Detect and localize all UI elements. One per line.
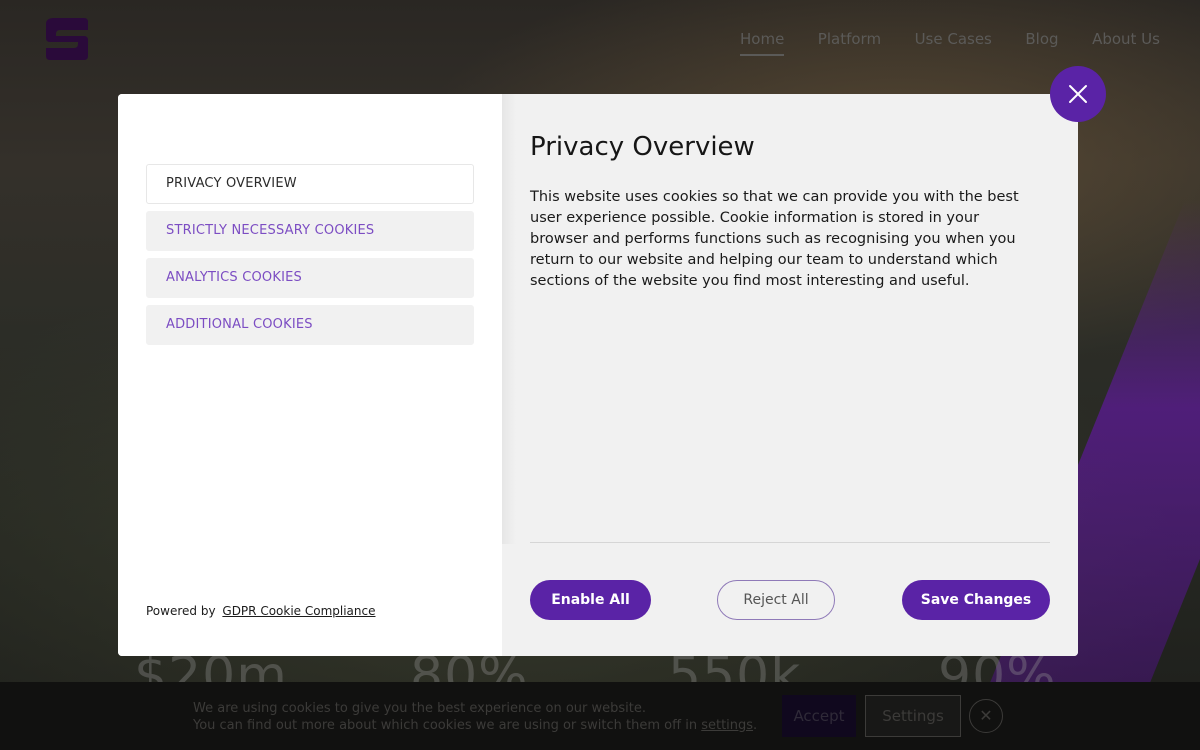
nav-home[interactable]: Home (740, 30, 785, 56)
panel-description: This website uses cookies so that we can… (530, 189, 1019, 289)
cookie-bar-line-2: You can find out more about which cookie… (193, 717, 773, 734)
nav-use-cases[interactable]: Use Cases (915, 30, 992, 56)
tab-additional-cookies[interactable]: ADDITIONAL COOKIES (146, 305, 474, 345)
cookie-accept-button[interactable]: Accept (782, 695, 856, 737)
nav-platform[interactable]: Platform (818, 30, 881, 56)
gdpr-compliance-link[interactable]: GDPR Cookie Compliance (222, 604, 375, 618)
site-logo-icon[interactable] (44, 16, 90, 62)
close-icon: ✕ (979, 706, 993, 725)
reject-all-button[interactable]: Reject All (717, 580, 835, 620)
cookie-bar-line-1: We are using cookies to give you the bes… (193, 701, 647, 716)
tab-privacy-overview[interactable]: PRIVACY OVERVIEW (146, 164, 474, 204)
nav-blog[interactable]: Blog (1025, 30, 1058, 56)
modal-content-panel: Privacy Overview This website uses cooki… (502, 94, 1078, 656)
cookie-bar-line-2-text: You can find out more about which cookie… (193, 718, 702, 733)
nav-about-us[interactable]: About Us (1092, 30, 1160, 56)
powered-by-label: Powered by (146, 604, 216, 618)
modal-sidebar: PRIVACY OVERVIEW STRICTLY NECESSARY COOK… (118, 94, 502, 656)
cookie-bar-line-2-end: . (753, 718, 758, 733)
modal-close-button[interactable] (1050, 66, 1106, 122)
cookie-settings-link[interactable]: settings (701, 718, 753, 733)
cookie-settings-button[interactable]: Settings (865, 695, 961, 737)
close-icon (1069, 85, 1087, 103)
tab-analytics-cookies[interactable]: ANALYTICS COOKIES (146, 258, 474, 298)
tab-strictly-necessary-cookies[interactable]: STRICTLY NECESSARY COOKIES (146, 211, 474, 251)
panel-title: Privacy Overview (530, 132, 755, 162)
save-changes-button[interactable]: Save Changes (902, 580, 1050, 620)
panel-shadow (502, 94, 516, 544)
cookie-bar-text: We are using cookies to give you the bes… (193, 700, 773, 734)
tab-list: PRIVACY OVERVIEW STRICTLY NECESSARY COOK… (146, 164, 474, 352)
enable-all-button[interactable]: Enable All (530, 580, 651, 620)
privacy-modal: PRIVACY OVERVIEW STRICTLY NECESSARY COOK… (118, 94, 1078, 656)
powered-by: Powered by GDPR Cookie Compliance (146, 604, 376, 618)
cookie-bar-close-button[interactable]: ✕ (969, 699, 1003, 733)
panel-divider (530, 542, 1050, 543)
main-nav: Home Platform Use Cases Blog About Us (740, 30, 1160, 56)
